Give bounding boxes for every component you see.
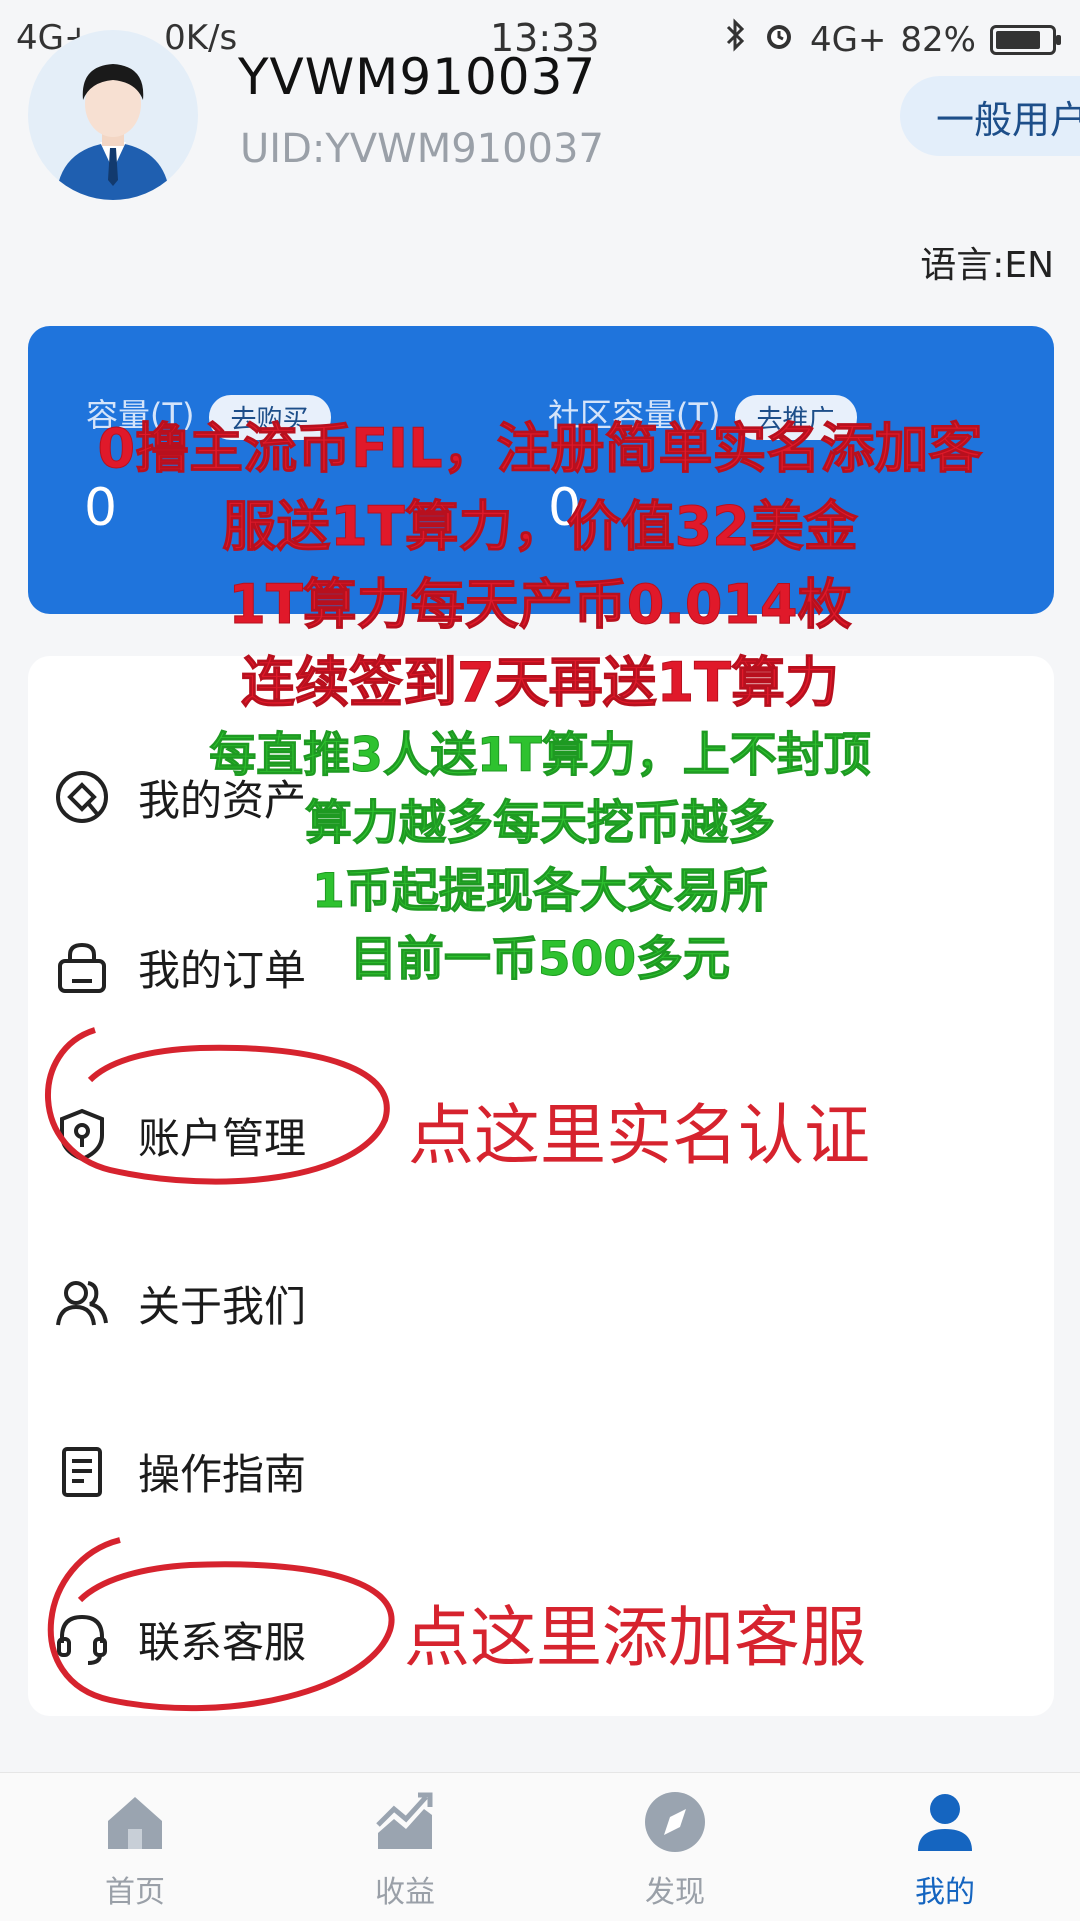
bottom-nav: 首页 收益 发现 我的 (0, 1772, 1080, 1921)
annotation-service: 点这里添加客服 (404, 1599, 866, 1676)
tab-label: 发现 (645, 1875, 705, 1910)
promo-line: 0撸主流币FIL，注册简单实名添加客 (97, 417, 983, 481)
earnings-chart-icon (370, 1787, 440, 1857)
promo-line: 服送1T算力，价值32美金 (222, 495, 859, 559)
tab-earnings[interactable]: 收益 (325, 1787, 485, 1911)
account-circle-mark (45, 1027, 390, 1185)
promo-line: 算力越多每天挖币越多 (305, 796, 776, 852)
user-icon (910, 1787, 980, 1857)
annotation-verify: 点这里实名认证 (408, 1097, 870, 1174)
compass-icon (640, 1787, 710, 1857)
tab-discover[interactable]: 发现 (595, 1787, 755, 1911)
service-circle-mark (47, 1537, 395, 1712)
promo-line: 目前一币500多元 (349, 932, 731, 988)
tab-label: 首页 (105, 1875, 165, 1910)
tab-label: 我的 (915, 1875, 975, 1910)
tab-mine[interactable]: 我的 (865, 1787, 1025, 1911)
tab-home[interactable]: 首页 (55, 1787, 215, 1911)
promo-line: 每直推3人送1T算力，上不封顶 (209, 728, 871, 784)
promo-line: 1币起提现各大交易所 (312, 864, 769, 920)
promo-line: 1T算力每天产币0.014枚 (228, 573, 852, 637)
tab-label: 收益 (375, 1875, 435, 1910)
home-icon (100, 1787, 170, 1857)
promo-line: 连续签到7天再送1T算力 (241, 651, 840, 715)
